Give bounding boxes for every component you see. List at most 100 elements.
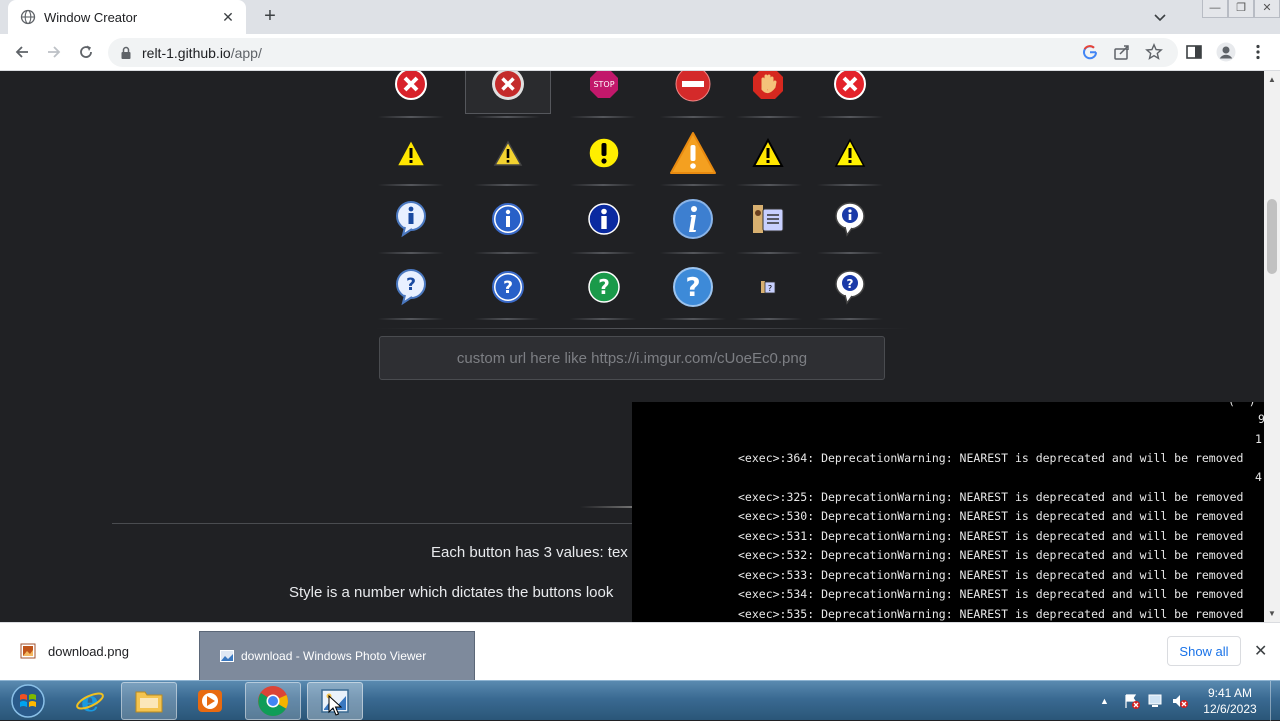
- question-circle-green-icon: ?: [588, 271, 620, 303]
- show-desktop-button[interactable]: [1270, 681, 1280, 721]
- svg-text:?: ?: [685, 273, 700, 303]
- section-divider: [375, 328, 910, 329]
- page-scrollbar[interactable]: ▲ ▼: [1264, 71, 1280, 622]
- warning-icon-3[interactable]: [564, 123, 644, 183]
- question-icon-5[interactable]: ?: [728, 257, 808, 317]
- divider: [474, 116, 540, 118]
- help-book-small-icon: ?: [761, 281, 776, 294]
- info-speech-bubble-icon: [835, 202, 865, 237]
- scrollbar-thumb[interactable]: [1267, 199, 1277, 274]
- taskbar-internet-explorer[interactable]: e: [62, 682, 118, 720]
- show-all-button[interactable]: Show all: [1167, 636, 1241, 666]
- console-line: <exec>:532: DeprecationWarning: NEAREST …: [738, 548, 1244, 562]
- close-download-bar-icon[interactable]: ✕: [1254, 641, 1267, 661]
- divider: [736, 318, 802, 320]
- info-icon-1[interactable]: [371, 189, 451, 249]
- svg-text:?: ?: [598, 275, 610, 299]
- warning-icon-2[interactable]: [468, 123, 548, 183]
- error-icon-3[interactable]: STOP: [564, 71, 644, 114]
- divider: [474, 318, 540, 320]
- red-x-icon: [395, 71, 427, 100]
- volume-muted-icon[interactable]: [1171, 693, 1189, 709]
- reload-icon[interactable]: [77, 43, 95, 61]
- question-icon-3[interactable]: ?: [564, 257, 644, 317]
- taskbar-clock[interactable]: 9:41 AM 12/6/2023: [1192, 685, 1268, 717]
- info-speech-bubble-icon: [396, 201, 426, 238]
- browser-tab-strip: Window Creator ✕ + — ❐ ✕: [0, 0, 1280, 34]
- error-icon-5[interactable]: [728, 71, 808, 114]
- divider: [660, 318, 726, 320]
- download-item[interactable]: download.png: [20, 643, 129, 659]
- info-icon-5[interactable]: [728, 189, 808, 249]
- new-tab-button[interactable]: +: [260, 6, 280, 26]
- warning-icon-5[interactable]: [728, 123, 808, 183]
- side-panel-icon[interactable]: [1185, 43, 1203, 61]
- action-center-flag-icon[interactable]: [1123, 693, 1141, 709]
- question-icon-1[interactable]: ?: [371, 257, 451, 317]
- console-line: 9: [1258, 412, 1264, 426]
- info-icon-4[interactable]: [653, 189, 733, 249]
- info-icon-3[interactable]: [564, 189, 644, 249]
- error-icon-2-selected[interactable]: [465, 71, 551, 114]
- divider: [660, 184, 726, 186]
- warning-icon-1[interactable]: [371, 123, 451, 183]
- question-icon-4[interactable]: ?: [653, 257, 733, 317]
- folder-icon: [135, 691, 163, 713]
- question-icon-2[interactable]: ?: [468, 257, 548, 317]
- tab-close-icon[interactable]: ✕: [220, 9, 236, 26]
- info-circle-icon: [588, 203, 620, 235]
- google-icon[interactable]: [1081, 43, 1099, 61]
- warning-icon-4[interactable]: [653, 123, 733, 183]
- divider: [817, 252, 883, 254]
- url-path: /app/: [230, 44, 262, 61]
- divider: [660, 116, 726, 118]
- forward-arrow-icon[interactable]: [45, 43, 63, 61]
- error-icon-6[interactable]: [810, 71, 890, 114]
- back-arrow-icon[interactable]: [13, 43, 31, 61]
- console-line: <exec>:534: DeprecationWarning: NEAREST …: [738, 587, 1244, 601]
- taskbar-chrome[interactable]: [245, 682, 301, 720]
- error-icon-1[interactable]: [371, 71, 451, 114]
- warning-triangle-orange-icon: [670, 132, 716, 174]
- tray-expand-arrow-icon[interactable]: ▲: [1100, 696, 1109, 706]
- question-circle-icon: ?: [492, 271, 524, 303]
- tab-window-creator[interactable]: Window Creator ✕: [8, 0, 246, 34]
- question-circle-large-icon: ?: [673, 267, 713, 307]
- question-speech-bubble-icon: ?: [835, 270, 865, 305]
- no-entry-icon: [675, 71, 711, 102]
- info-icon-2[interactable]: [468, 189, 548, 249]
- divider: [570, 252, 636, 254]
- taskbar-thumbnail-preview[interactable]: download - Windows Photo Viewer: [199, 631, 475, 681]
- restore-button[interactable]: ❐: [1228, 0, 1254, 18]
- close-window-button[interactable]: ✕: [1254, 0, 1280, 18]
- console-output-panel: ( )9 1 <exec>:364: DeprecationWarning: NEA…: [632, 402, 1264, 622]
- scroll-up-arrow-icon[interactable]: ▲: [1268, 75, 1276, 84]
- network-icon[interactable]: [1147, 693, 1165, 709]
- profile-avatar-icon[interactable]: [1216, 42, 1236, 62]
- error-icon-4[interactable]: [653, 71, 733, 114]
- question-icon-6[interactable]: ?: [810, 257, 890, 317]
- svg-text:?: ?: [406, 275, 416, 295]
- taskbar-file-explorer[interactable]: [121, 682, 177, 720]
- chrome-icon: [258, 686, 288, 717]
- info-icon-6[interactable]: [810, 189, 890, 249]
- minimize-button[interactable]: —: [1202, 0, 1228, 18]
- warning-icon-6[interactable]: [810, 123, 890, 183]
- warning-triangle-icon: [834, 138, 866, 167]
- bookmark-star-icon[interactable]: [1145, 43, 1163, 61]
- divider: [570, 116, 636, 118]
- address-bar[interactable]: relt-1.github.io/app/: [108, 38, 1178, 67]
- divider: [736, 116, 802, 118]
- tab-search-chevron-icon[interactable]: [1152, 10, 1168, 24]
- divider: [378, 184, 444, 186]
- share-icon[interactable]: [1113, 43, 1131, 61]
- info-sign-person-icon: [753, 205, 784, 233]
- taskbar-media-player[interactable]: [182, 682, 238, 720]
- scroll-down-arrow-icon[interactable]: ▼: [1268, 609, 1276, 618]
- kebab-menu-icon[interactable]: [1249, 43, 1267, 61]
- exclamation-circle-icon: [588, 137, 620, 169]
- lock-icon[interactable]: [120, 46, 132, 60]
- start-button[interactable]: [2, 682, 54, 720]
- custom-url-input[interactable]: custom url here like https://i.imgur.com…: [379, 336, 885, 380]
- red-x-circle-icon: [492, 71, 524, 100]
